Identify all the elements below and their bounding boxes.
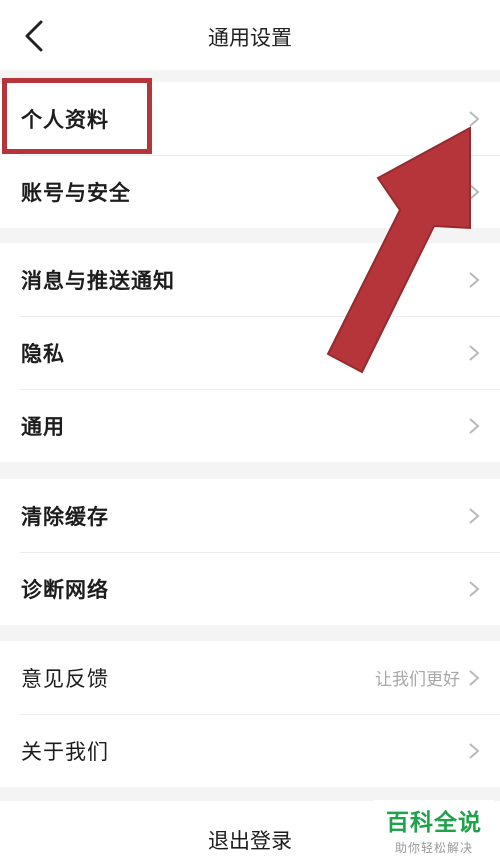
row-label: 诊断网络: [21, 577, 109, 602]
chevron-right-icon: [469, 183, 480, 200]
row-account-security[interactable]: 账号与安全: [0, 155, 500, 228]
chevron-right-icon: [469, 507, 480, 524]
settings-group-notifications: 消息与推送通知 隐私 通用: [0, 243, 500, 462]
nav-bar: 通用设置: [0, 0, 500, 70]
row-label: 账号与安全: [21, 180, 131, 205]
row-general[interactable]: 通用: [0, 389, 500, 462]
chevron-right-icon: [469, 110, 480, 127]
chevron-right-icon: [469, 580, 480, 597]
row-label: 关于我们: [21, 739, 109, 764]
chevron-right-icon: [469, 271, 480, 288]
row-label: 通用: [21, 414, 65, 439]
row-label: 隐私: [21, 341, 65, 366]
row-feedback[interactable]: 意见反馈 让我们更好: [0, 641, 500, 714]
row-label: 意见反馈: [21, 666, 109, 691]
chevron-right-icon: [469, 669, 480, 686]
settings-group-about: 意见反馈 让我们更好 关于我们: [0, 641, 500, 787]
row-hint: 让我们更好: [375, 670, 460, 690]
chevron-right-icon: [469, 742, 480, 759]
watermark-brand: 百科全说: [386, 810, 482, 836]
row-network-diagnosis[interactable]: 诊断网络: [0, 552, 500, 625]
row-label: 清除缓存: [21, 504, 109, 529]
annotation-highlight-box: [2, 78, 152, 154]
watermark: 百科全说 助你轻松解决: [374, 800, 494, 858]
row-label: 消息与推送通知: [21, 268, 175, 293]
row-clear-cache[interactable]: 清除缓存: [0, 479, 500, 552]
page-title: 通用设置: [208, 26, 292, 50]
row-privacy[interactable]: 隐私: [0, 316, 500, 389]
watermark-slogan: 助你轻松解决: [394, 841, 473, 855]
chevron-right-icon: [469, 344, 480, 361]
row-about-us[interactable]: 关于我们: [0, 714, 500, 787]
row-notifications[interactable]: 消息与推送通知: [0, 243, 500, 316]
settings-group-storage: 清除缓存 诊断网络: [0, 479, 500, 625]
chevron-right-icon: [469, 417, 480, 434]
